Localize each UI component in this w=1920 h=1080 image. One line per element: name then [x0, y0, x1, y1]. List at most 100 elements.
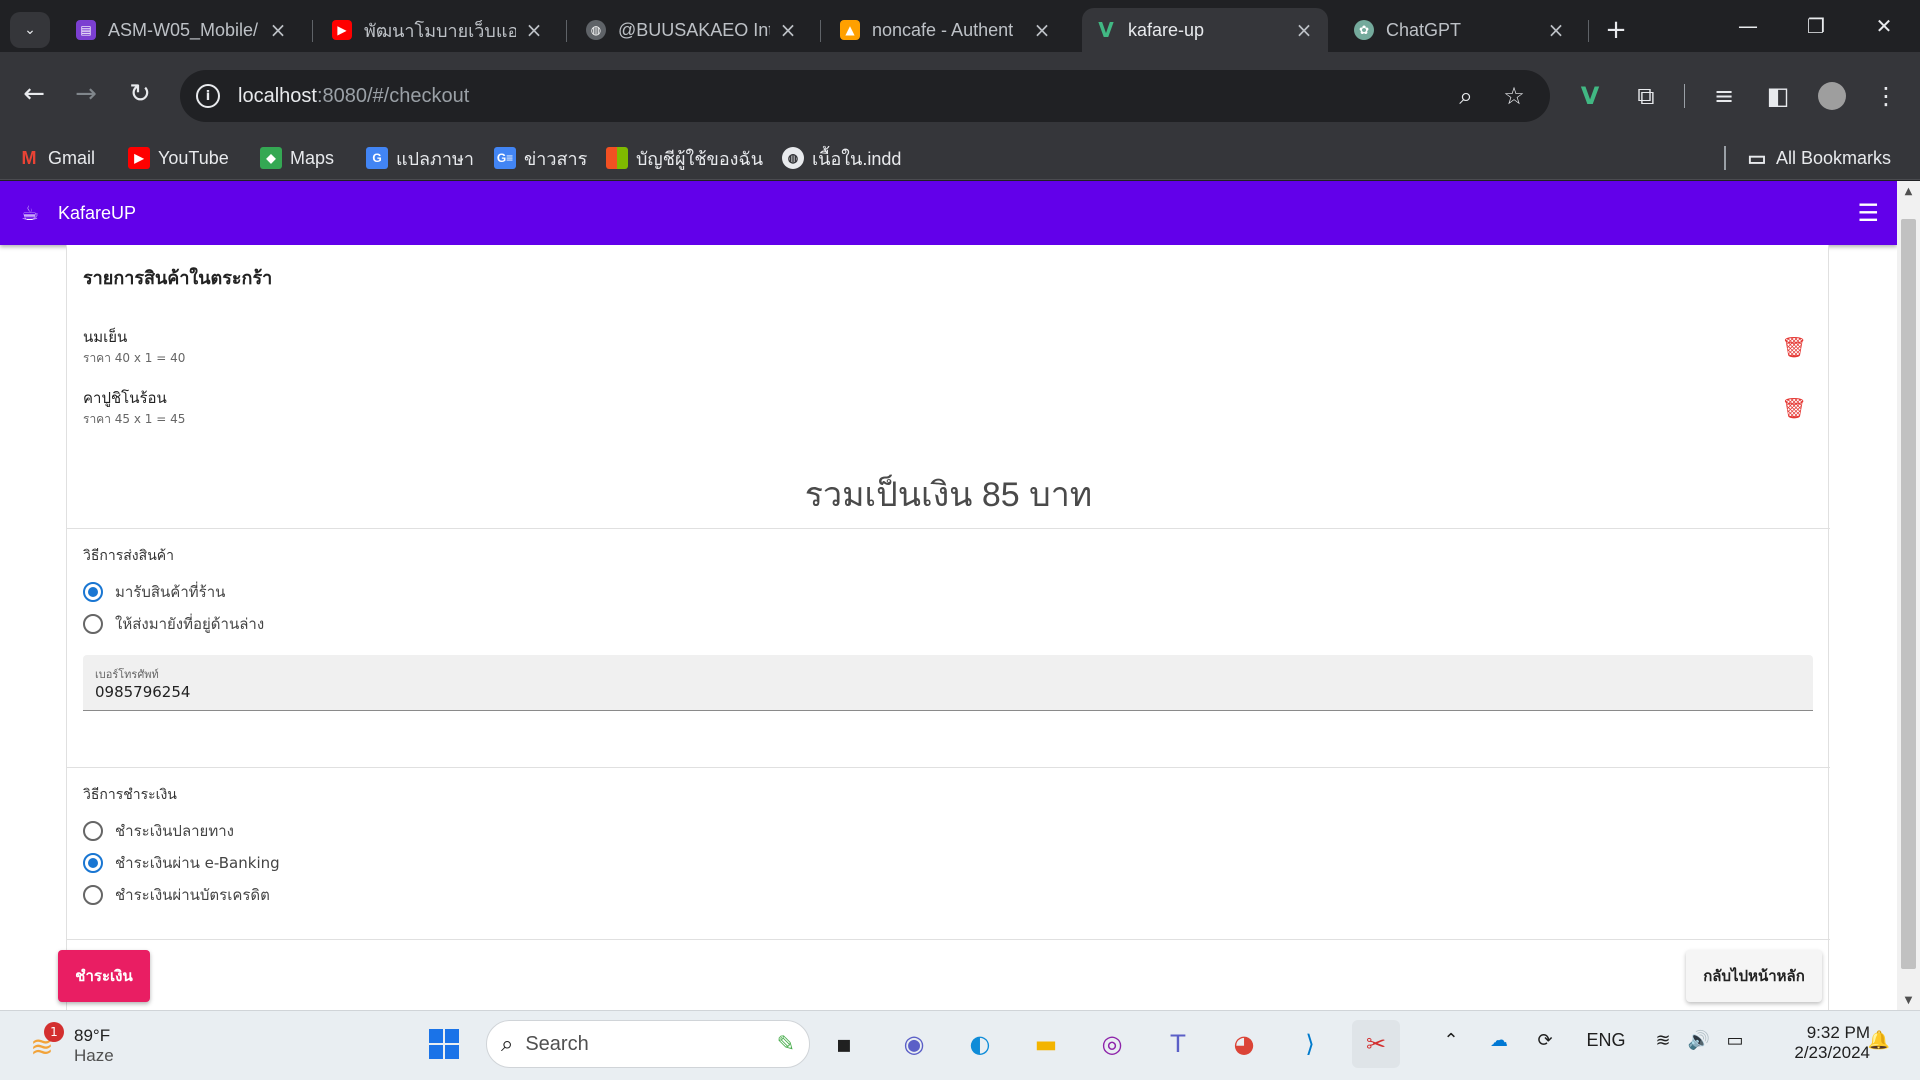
- radio-cod[interactable]: ชำระเงินปลายทาง: [83, 819, 234, 843]
- tab-title: ChatGPT: [1386, 19, 1462, 40]
- youtube-icon: ▶: [332, 20, 352, 40]
- language-indicator[interactable]: ENG: [1578, 1030, 1634, 1051]
- tab-separator: [312, 20, 313, 42]
- tab-title: kafare-up: [1128, 19, 1205, 40]
- radio-ebanking[interactable]: ชำระเงินผ่าน e-Banking: [83, 851, 280, 875]
- bookmark-news[interactable]: G≡ ข่าวสาร: [494, 136, 587, 180]
- chrome-icon[interactable]: ◕: [1220, 1020, 1268, 1068]
- notification-badge: 1: [44, 1022, 64, 1042]
- minimize-icon[interactable]: —: [1714, 0, 1782, 52]
- delete-item-icon[interactable]: 🗑: [1781, 335, 1806, 359]
- tab-chatgpt[interactable]: ✿ ChatGPT ×: [1340, 8, 1580, 52]
- sync-icon[interactable]: ⟳: [1530, 1030, 1560, 1051]
- onedrive-icon[interactable]: ☁: [1484, 1030, 1514, 1051]
- cart-item: คาปูชิโนร้อน ราคา 45 x 1 = 45: [83, 386, 185, 429]
- teams-chat-icon[interactable]: ◉: [890, 1020, 938, 1068]
- weather-desc: Haze: [74, 1046, 114, 1065]
- cart-total: รวมเป็นเงิน 85 บาท: [804, 476, 1093, 514]
- vscode-icon[interactable]: ⟩: [1286, 1020, 1334, 1068]
- new-tab-button[interactable]: +: [1598, 12, 1634, 48]
- tab-buusakaeo[interactable]: ◍ @BUUSAKAEO Inte ×: [572, 8, 812, 52]
- task-view-icon[interactable]: ▪: [820, 1020, 868, 1068]
- section-divider: [67, 528, 1830, 529]
- bookmark-maps[interactable]: ◆ Maps: [260, 136, 334, 180]
- media-control-icon[interactable]: ≡: [1706, 78, 1742, 114]
- pay-button[interactable]: ชำระเงิน: [58, 950, 150, 1002]
- taskbar-search[interactable]: ⌕ Search ✎: [486, 1020, 810, 1068]
- radio-unselected-icon: [83, 885, 103, 905]
- zoom-icon[interactable]: ⌕: [1450, 80, 1482, 112]
- bookmark-star-icon[interactable]: ☆: [1498, 80, 1530, 112]
- teams-icon[interactable]: T: [1154, 1020, 1202, 1068]
- radio-credit-card[interactable]: ชำระเงินผ่านบัตรเครดิต: [83, 883, 270, 907]
- page-scrollbar[interactable]: ▲ ▼: [1897, 181, 1920, 1010]
- edge-icon[interactable]: ◐: [956, 1020, 1004, 1068]
- tab-kafare-up[interactable]: V kafare-up ×: [1082, 8, 1328, 52]
- tab-search-button[interactable]: ⌄: [10, 12, 50, 48]
- cart-item-name: นมเย็น: [83, 328, 128, 346]
- close-icon[interactable]: ×: [268, 18, 288, 42]
- clock[interactable]: 9:32 PM 2/23/2024: [1760, 1018, 1870, 1068]
- extensions-icon[interactable]: ⧉: [1628, 78, 1664, 114]
- bookmark-microsoft[interactable]: บัญชีผู้ใช้ของฉัน: [606, 136, 763, 180]
- security-app-icon[interactable]: ◎: [1088, 1020, 1136, 1068]
- clock-date: 2/23/2024: [1794, 1043, 1870, 1062]
- close-icon[interactable]: ×: [778, 18, 798, 42]
- side-panel-icon[interactable]: ◧: [1760, 78, 1796, 114]
- site-info-icon[interactable]: i: [196, 84, 220, 108]
- close-icon[interactable]: ×: [1032, 18, 1052, 42]
- wifi-icon[interactable]: ≋: [1648, 1030, 1678, 1051]
- delete-item-icon[interactable]: 🗑: [1781, 396, 1806, 420]
- close-window-icon[interactable]: ✕: [1850, 0, 1918, 52]
- tray-overflow-icon[interactable]: ⌃: [1436, 1030, 1466, 1051]
- cart-item: นมเย็น ราคา 40 x 1 = 40: [83, 325, 185, 368]
- bookmark-gmail[interactable]: M Gmail: [18, 136, 96, 180]
- kebab-menu-icon[interactable]: ⋮: [1868, 78, 1904, 114]
- search-icon: ⌕: [501, 1031, 514, 1057]
- reload-icon[interactable]: ↻: [120, 74, 160, 114]
- scroll-up-icon[interactable]: ▲: [1897, 181, 1920, 201]
- windows-start-icon[interactable]: [420, 1020, 468, 1068]
- snipping-tool-icon[interactable]: ✂: [1352, 1020, 1400, 1068]
- scroll-down-icon[interactable]: ▼: [1897, 990, 1920, 1010]
- avatar[interactable]: [1814, 78, 1850, 114]
- tab-asm[interactable]: ▤ ASM-W05_Mobile/ ×: [62, 8, 302, 52]
- all-bookmarks[interactable]: ▭ All Bookmarks: [1746, 136, 1891, 180]
- phone-field-value[interactable]: 0985796254: [95, 683, 190, 701]
- file-explorer-icon[interactable]: ▬: [1022, 1020, 1070, 1068]
- radio-label: ให้ส่งมายังที่อยู่ด้านล่าง: [115, 615, 265, 633]
- radio-label: ชำระเงินผ่าน e-Banking: [115, 854, 280, 872]
- bookmark-label: All Bookmarks: [1776, 147, 1892, 168]
- hamburger-menu-icon[interactable]: ☰: [1857, 201, 1879, 225]
- maps-icon: ◆: [260, 147, 282, 169]
- tab-youtube-video[interactable]: ▶ พัฒนาโมบายเว็บแอปพ ×: [318, 8, 558, 52]
- shipping-label: วิธีการส่งสินค้า: [83, 548, 174, 564]
- close-icon[interactable]: ×: [1294, 18, 1314, 42]
- vue-devtools-icon[interactable]: V: [1572, 78, 1608, 114]
- back-home-button[interactable]: กลับไปหน้าหลัก: [1686, 950, 1822, 1002]
- cart-item-detail: ราคา 40 x 1 = 40: [83, 351, 186, 365]
- section-divider: [67, 939, 1830, 940]
- bookmark-translate[interactable]: G แปลภาษา: [366, 136, 474, 180]
- notification-bell-icon[interactable]: 🔔: [1864, 1030, 1894, 1051]
- volume-icon[interactable]: 🔊: [1684, 1030, 1714, 1051]
- forward-arrow-icon[interactable]: →: [66, 74, 106, 114]
- back-arrow-icon[interactable]: ←: [14, 74, 54, 114]
- scrollbar-thumb[interactable]: [1901, 219, 1916, 969]
- bookmark-label: YouTube: [158, 147, 229, 168]
- radio-pickup[interactable]: มารับสินค้าที่ร้าน: [83, 580, 225, 604]
- bookmark-youtube[interactable]: ▶ YouTube: [128, 136, 229, 180]
- phone-field[interactable]: เบอร์โทรศัพท์ 0985796254: [83, 655, 1813, 711]
- tab-noncafe[interactable]: ▲ noncafe - Authent ×: [826, 8, 1066, 52]
- bookmark-label: Maps: [290, 147, 335, 168]
- close-icon[interactable]: ×: [1546, 18, 1566, 42]
- bookmark-indd[interactable]: ◍ เนื้อใน.indd: [782, 136, 901, 180]
- weather-widget[interactable]: ≋ 1 89°F Haze: [22, 1022, 152, 1070]
- battery-icon[interactable]: ▭: [1720, 1030, 1750, 1051]
- restore-icon[interactable]: ❐: [1782, 0, 1850, 52]
- close-icon[interactable]: ×: [524, 18, 544, 42]
- radio-selected-icon: [83, 853, 103, 873]
- radio-delivery[interactable]: ให้ส่งมายังที่อยู่ด้านล่าง: [83, 612, 264, 636]
- address-bar[interactable]: i localhost:8080/#/checkout: [180, 70, 1550, 122]
- phone-field-label: เบอร์โทรศัพท์: [95, 668, 159, 681]
